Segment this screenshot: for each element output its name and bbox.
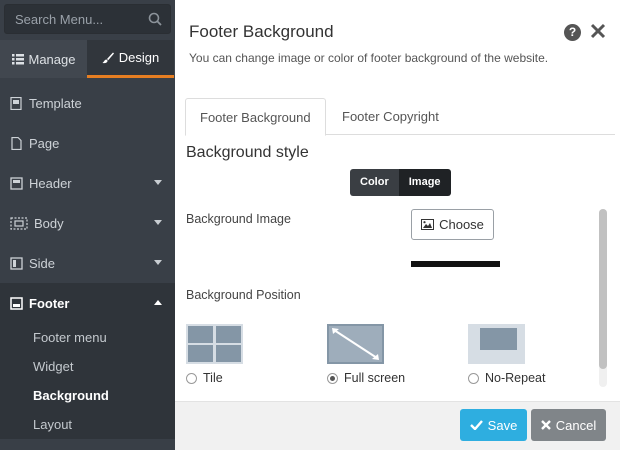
- footer-submenu: Footer menu Widget Background Layout: [0, 323, 175, 439]
- sidebar-subitem-widget[interactable]: Widget: [0, 352, 175, 381]
- image-preview: [411, 261, 500, 267]
- sidebar-subitem-footer-menu[interactable]: Footer menu: [0, 323, 175, 352]
- sidebar-tabs: Manage Design: [0, 40, 175, 78]
- tab-design[interactable]: Design: [87, 40, 174, 78]
- chevron-down-icon: [154, 260, 162, 265]
- sidebar: Manage Design Template Page Header Body …: [0, 0, 175, 450]
- search-input[interactable]: [5, 5, 135, 33]
- save-label: Save: [487, 417, 518, 433]
- list-icon: [11, 54, 24, 65]
- sidebar-item-label: Header: [29, 175, 72, 191]
- tab-footer-copyright[interactable]: Footer Copyright: [328, 98, 453, 135]
- sidebar-item-label: Template: [29, 95, 82, 111]
- sidebar-subitem-layout[interactable]: Layout: [0, 410, 175, 439]
- sidebar-subitem-background[interactable]: Background: [0, 381, 175, 410]
- cancel-label: Cancel: [555, 417, 597, 433]
- sidebar-item-page[interactable]: Page: [0, 123, 175, 163]
- choose-image-button[interactable]: Choose: [411, 209, 494, 240]
- tile-thumbnail-icon: [186, 324, 243, 364]
- tab-footer-background[interactable]: Footer Background: [185, 98, 326, 136]
- scrollbar[interactable]: [599, 209, 607, 387]
- sidebar-nav: Template Page Header Body Side Footer Fo…: [0, 83, 175, 439]
- help-icon[interactable]: ?: [564, 24, 581, 41]
- radio-tile[interactable]: [186, 372, 197, 384]
- position-option-full-screen[interactable]: Full screen: [327, 324, 405, 385]
- header-icon: [10, 176, 23, 190]
- brush-icon: [102, 52, 114, 63]
- style-toggle: Color Image: [350, 169, 451, 196]
- x-icon: [540, 420, 551, 430]
- radio-full-screen[interactable]: [327, 372, 338, 384]
- sidebar-item-label: Footer: [29, 295, 70, 311]
- choose-label: Choose: [439, 217, 484, 232]
- position-label: No-Repeat: [485, 371, 546, 385]
- cancel-button[interactable]: Cancel: [531, 409, 606, 441]
- template-icon: [10, 96, 22, 110]
- radio-no-repeat[interactable]: [468, 372, 479, 384]
- chevron-up-icon: [154, 300, 162, 305]
- page-title: Footer Background: [189, 22, 334, 41]
- bg-image-label: Background Image: [186, 212, 291, 226]
- body-icon: [10, 216, 28, 230]
- footer-icon: [10, 296, 23, 310]
- position-option-tile[interactable]: Tile: [186, 324, 243, 385]
- sidebar-item-body[interactable]: Body: [0, 203, 175, 243]
- position-option-no-repeat[interactable]: No-Repeat: [468, 324, 545, 385]
- tab-manage-label: Manage: [28, 51, 76, 67]
- sidebar-item-label: Page: [29, 135, 60, 151]
- sidebar-item-side[interactable]: Side: [0, 243, 175, 283]
- toggle-color-button[interactable]: Color: [350, 169, 399, 196]
- no-repeat-thumbnail-icon: [468, 324, 525, 364]
- sidebar-item-header[interactable]: Header: [0, 163, 175, 203]
- image-icon: [421, 219, 435, 230]
- page-icon: [11, 136, 22, 150]
- save-button[interactable]: Save: [460, 409, 527, 441]
- tab-manage[interactable]: Manage: [0, 40, 87, 78]
- page-subtitle: You can change image or color of footer …: [189, 51, 549, 65]
- chevron-down-icon: [154, 180, 162, 185]
- side-icon: [10, 256, 23, 270]
- tab-design-label: Design: [118, 50, 160, 65]
- search-icon[interactable]: [148, 12, 162, 26]
- section-title: Background style: [186, 144, 309, 161]
- sidebar-item-label: Side: [29, 255, 56, 271]
- position-label: Tile: [203, 371, 223, 385]
- main-panel: Footer Background ? You can change image…: [175, 0, 620, 450]
- sidebar-item-template[interactable]: Template: [0, 83, 175, 123]
- sidebar-item-footer[interactable]: Footer: [0, 283, 175, 323]
- chevron-down-icon: [154, 220, 162, 225]
- scrollbar-thumb[interactable]: [599, 209, 607, 369]
- bg-position-label: Background Position: [186, 288, 301, 302]
- panel-tabs: Footer Background Footer Copyright: [185, 98, 615, 136]
- fullscreen-thumbnail-icon: [327, 324, 384, 364]
- sidebar-item-label: Body: [34, 215, 64, 231]
- toggle-image-button[interactable]: Image: [398, 169, 451, 196]
- position-label: Full screen: [344, 371, 406, 385]
- search-box: [4, 4, 171, 34]
- close-icon[interactable]: [589, 22, 607, 40]
- check-icon: [469, 420, 483, 430]
